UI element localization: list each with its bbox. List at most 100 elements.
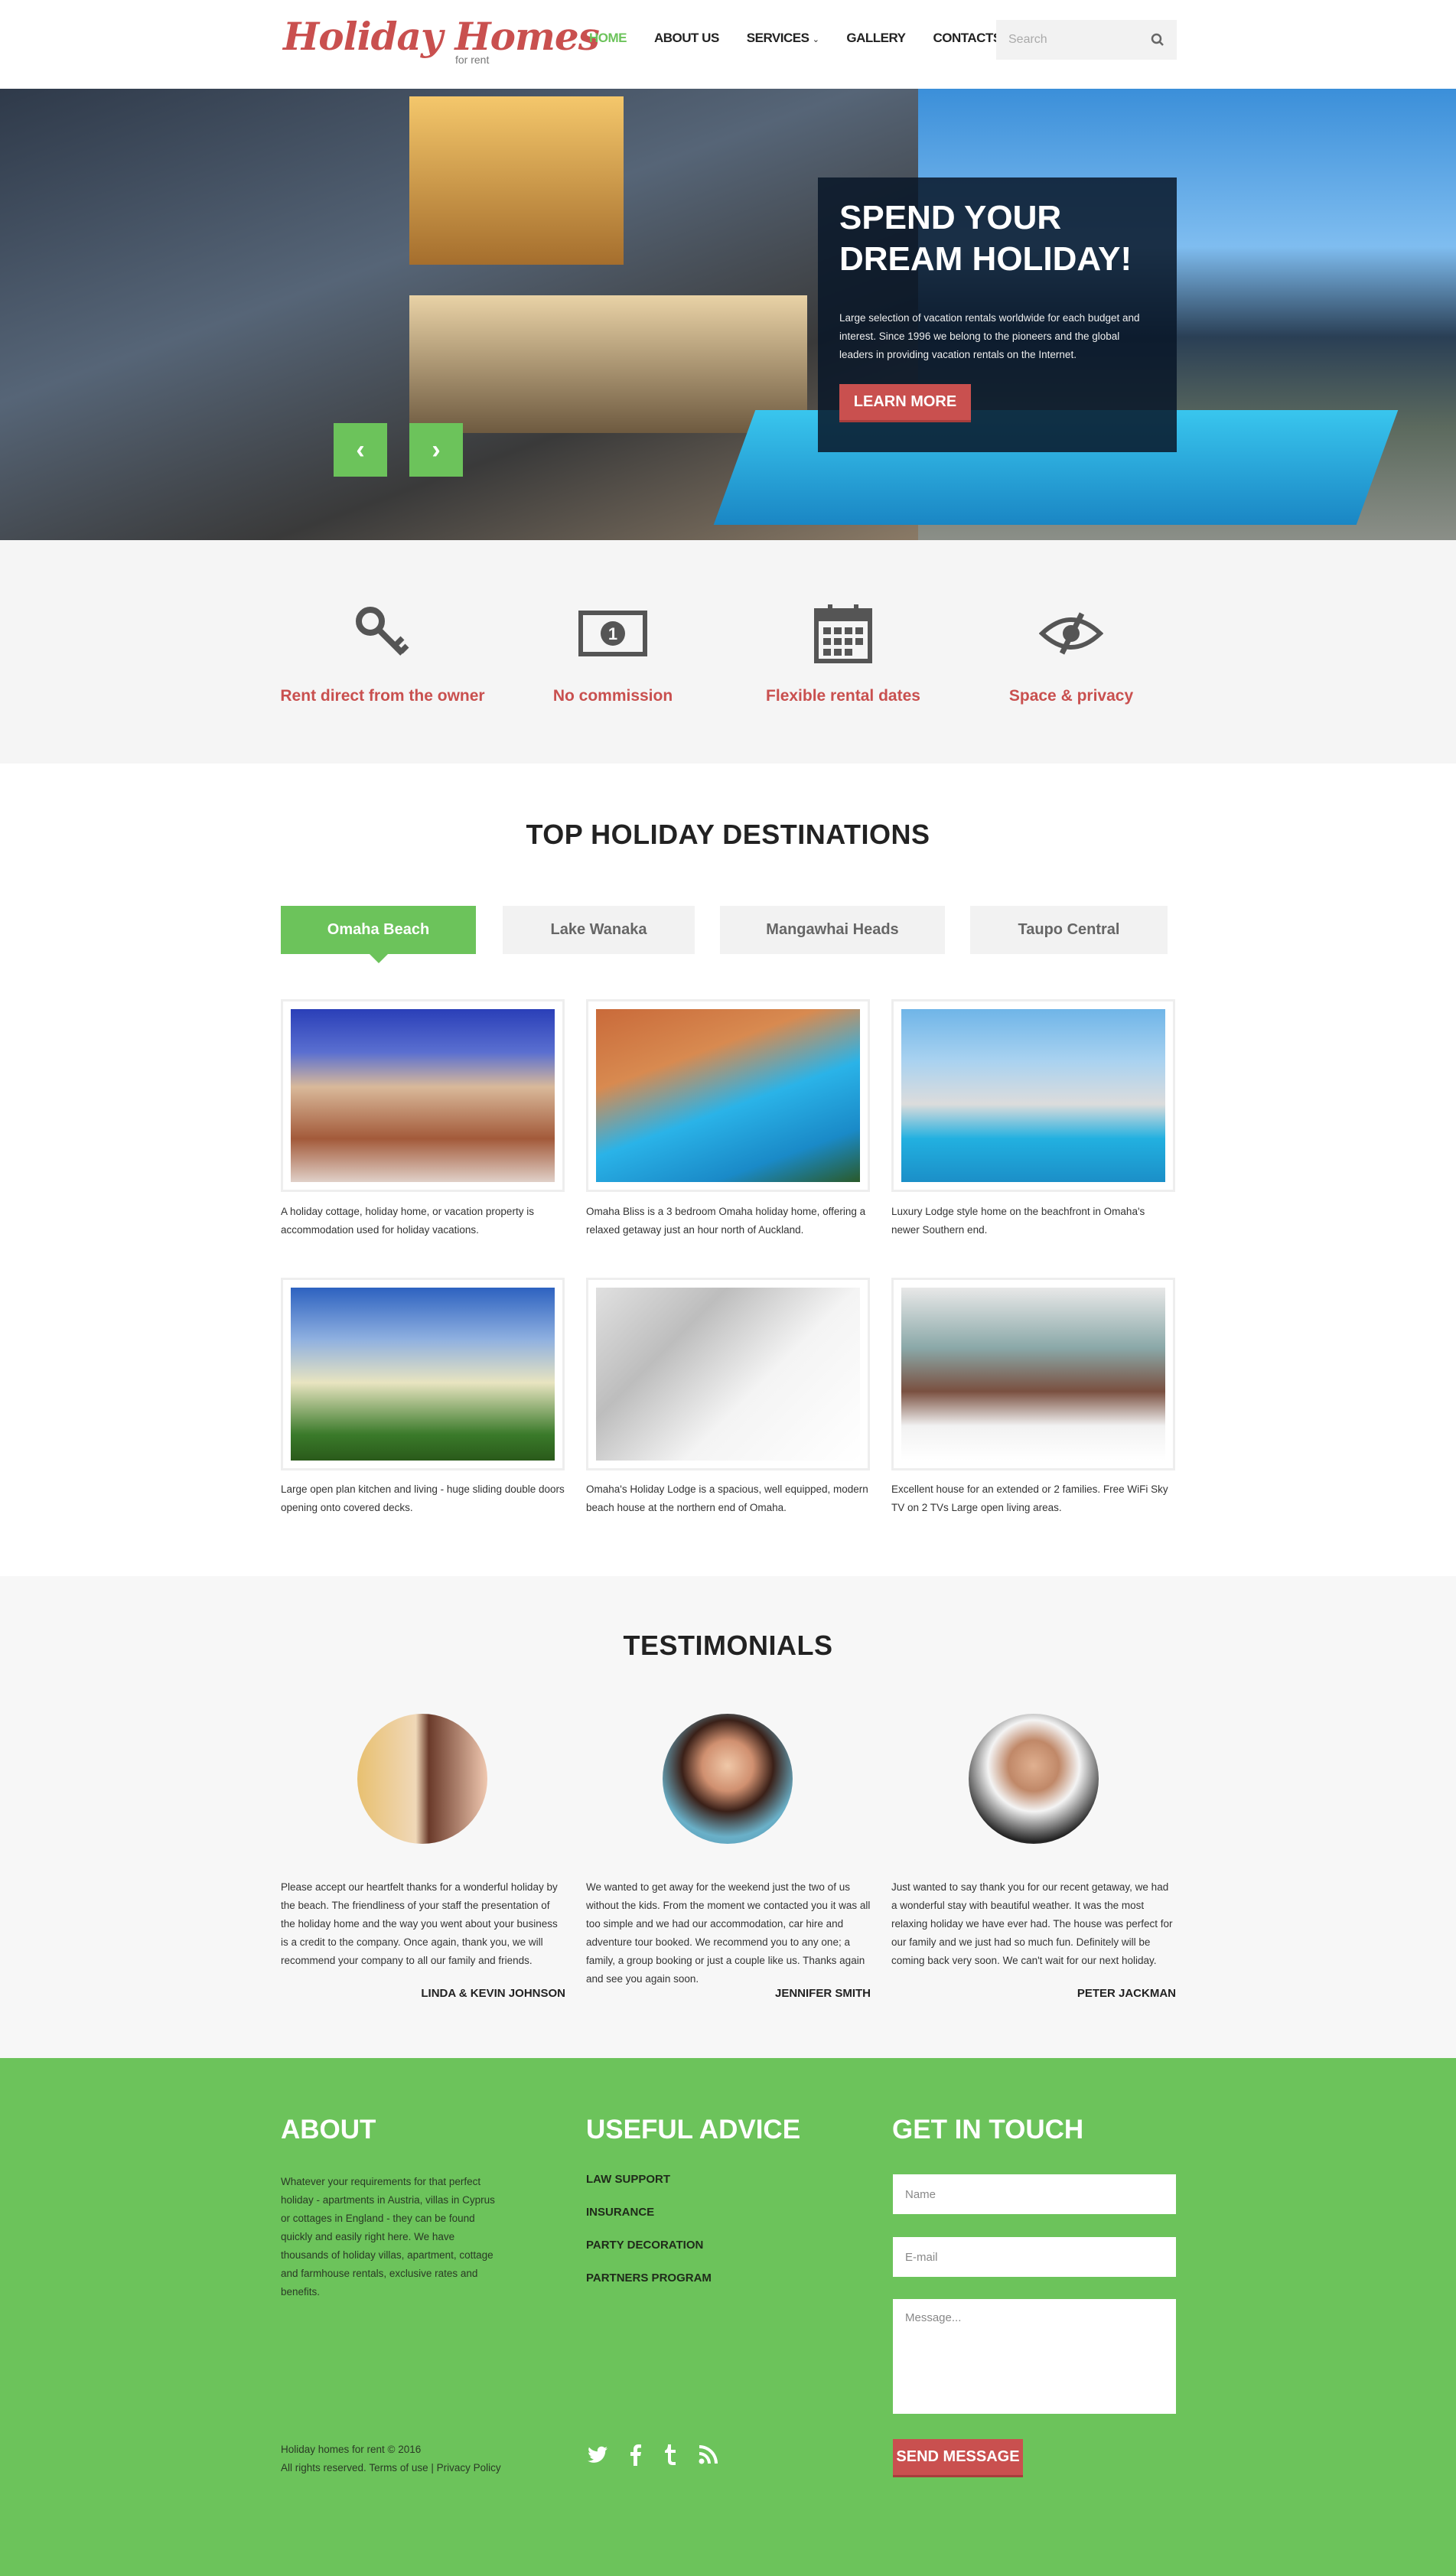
feature-rent-direct: Rent direct from the owner [268,603,497,705]
privacy-link[interactable]: Privacy Policy [437,2462,501,2473]
hero-title-line1: SPEND YOUR [839,199,1062,236]
message-placeholder: Message... [905,2311,962,2324]
destination-caption: A holiday cottage, holiday home, or vaca… [281,1206,534,1236]
search-input[interactable]: Search [996,20,1177,60]
destination-image [291,1288,555,1461]
feature-flexible-dates: Flexible rental dates [728,603,958,705]
search-icon[interactable] [1151,33,1164,47]
features-band: Rent direct from the owner 1 No commissi… [0,540,1456,764]
copyright: Holiday homes for rent © 2016 All rights… [281,2441,501,2477]
legal-line: All rights reserved. Terms of use | Priv… [281,2459,501,2477]
email-placeholder: E-mail [905,2250,938,2264]
nav-about-us[interactable]: ABOUT US [654,31,719,46]
feature-label: Flexible rental dates [766,687,920,705]
hero-image-interior [409,295,807,433]
destination-card[interactable] [586,999,870,1192]
about-text: Whatever your requirements for that perf… [281,2176,495,2298]
slider-next-button[interactable]: › [409,423,463,477]
testimonial-author: PETER JACKMAN [1077,1987,1176,2000]
svg-text:1: 1 [608,624,617,643]
slider-prev-button[interactable]: ‹ [334,423,387,477]
name-placeholder: Name [905,2187,936,2201]
tab-lake-wanaka[interactable]: Lake Wanaka [503,906,695,954]
nav-home[interactable]: HOME [589,31,627,46]
hero-title: SPEND YOUR DREAM HOLIDAY! [839,197,1155,280]
search-placeholder: Search [1008,33,1047,46]
destination-card[interactable] [891,999,1175,1192]
destination-caption: Omaha Bliss is a 3 bedroom Omaha holiday… [586,1206,866,1236]
tab-omaha-beach[interactable]: Omaha Beach [281,906,476,963]
tumblr-icon[interactable] [663,2443,677,2472]
hero-caption: SPEND YOUR DREAM HOLIDAY! Large selection… [818,177,1177,452]
destination-card[interactable] [281,999,565,1192]
feature-no-commission: 1 No commission [498,603,728,705]
destination-caption: Omaha's Holiday Lodge is a spacious, wel… [586,1483,868,1513]
rights-text: All rights reserved. [281,2462,366,2473]
get-in-touch-heading: GET IN TOUCH [892,2115,1084,2144]
testimonial-text: Just wanted to say thank you for our rec… [891,1881,1173,1966]
destination-image [596,1009,860,1182]
separator: | [431,2462,434,2473]
destination-card[interactable] [281,1278,565,1470]
destination-card[interactable] [891,1278,1175,1470]
hero-title-line2: DREAM HOLIDAY! [839,240,1132,278]
name-field[interactable]: Name [893,2174,1176,2214]
destination-caption: Excellent house for an extended or 2 fam… [891,1483,1168,1513]
destinations-title: TOP HOLIDAY DESTINATIONS [526,819,930,850]
learn-more-button[interactable]: LEARN MORE [839,384,971,422]
avatar [663,1714,793,1844]
destination-image [901,1288,1165,1461]
testimonial-text: We wanted to get away for the weekend ju… [586,1881,871,1985]
destination-image [901,1009,1165,1182]
testimonial-author: LINDA & KEVIN JOHNSON [421,1987,565,2000]
link-party-decoration[interactable]: PARTY DECORATION [586,2239,712,2252]
testimonial-author: JENNIFER SMITH [774,1987,871,2000]
nav-services[interactable]: SERVICES ⌄ [747,31,819,46]
tab-mangawhai-heads[interactable]: Mangawhai Heads [720,906,945,954]
testimonials-section: TESTIMONIALS Please accept our heartfelt… [0,1576,1456,2058]
nav-contacts[interactable]: CONTACTS [933,31,1002,46]
copyright-text: Holiday homes for rent © 2016 [281,2444,422,2455]
advice-links: LAW SUPPORT INSURANCE PARTY DECORATION P… [586,2173,712,2304]
facebook-icon[interactable] [630,2443,642,2472]
nav-services-label: SERVICES [746,31,809,45]
site-footer: ABOUT Whatever your requirements for tha… [0,2058,1456,2576]
chevron-down-icon: ⌄ [812,35,819,44]
destination-caption: Luxury Lodge style home on the beachfron… [891,1206,1145,1236]
tab-taupo-central[interactable]: Taupo Central [970,906,1168,954]
destination-card[interactable] [586,1278,870,1470]
message-field[interactable]: Message... [893,2299,1176,2414]
logo[interactable]: Holiday Homes [283,14,600,59]
destination-caption: Large open plan kitchen and living - hug… [281,1483,565,1513]
feature-label: No commission [552,687,673,705]
feature-label: Rent direct from the owner [280,687,485,705]
hero-slider: ‹ › SPEND YOUR DREAM HOLIDAY! Large selec… [0,89,1456,540]
destination-image [596,1288,860,1461]
avatar [357,1714,487,1844]
twitter-icon[interactable] [587,2444,608,2470]
email-field[interactable]: E-mail [893,2237,1176,2277]
link-law-support[interactable]: LAW SUPPORT [586,2173,712,2186]
hero-image-window [409,96,624,265]
calendar-icon [728,603,958,664]
testimonial-text: Please accept our heartfelt thanks for a… [281,1881,558,1966]
terms-link[interactable]: Terms of use [369,2462,428,2473]
main-nav: HOME ABOUT US SERVICES ⌄ GALLERY CONTACT… [589,31,1002,46]
link-insurance[interactable]: INSURANCE [586,2206,712,2219]
nav-gallery[interactable]: GALLERY [846,31,906,46]
logo-tagline: for rent [455,54,490,66]
send-message-button[interactable]: SEND MESSAGE [893,2439,1023,2477]
banknote-icon: 1 [498,603,728,664]
social-links [587,2443,718,2472]
hero-text: Large selection of vacation rentals worl… [839,312,1140,360]
destination-image [291,1009,555,1182]
useful-advice-heading: USEFUL ADVICE [586,2115,801,2144]
link-partners-program[interactable]: PARTNERS PROGRAM [586,2272,712,2285]
feature-space-privacy: Space & privacy [956,603,1186,705]
testimonials-title: TESTIMONIALS [623,1630,833,1661]
rss-icon[interactable] [699,2444,718,2470]
eye-slash-icon [956,603,1186,664]
site-header: Holiday Homes for rent HOME ABOUT US SER… [0,0,1456,89]
key-icon [268,603,497,664]
avatar [969,1714,1099,1844]
